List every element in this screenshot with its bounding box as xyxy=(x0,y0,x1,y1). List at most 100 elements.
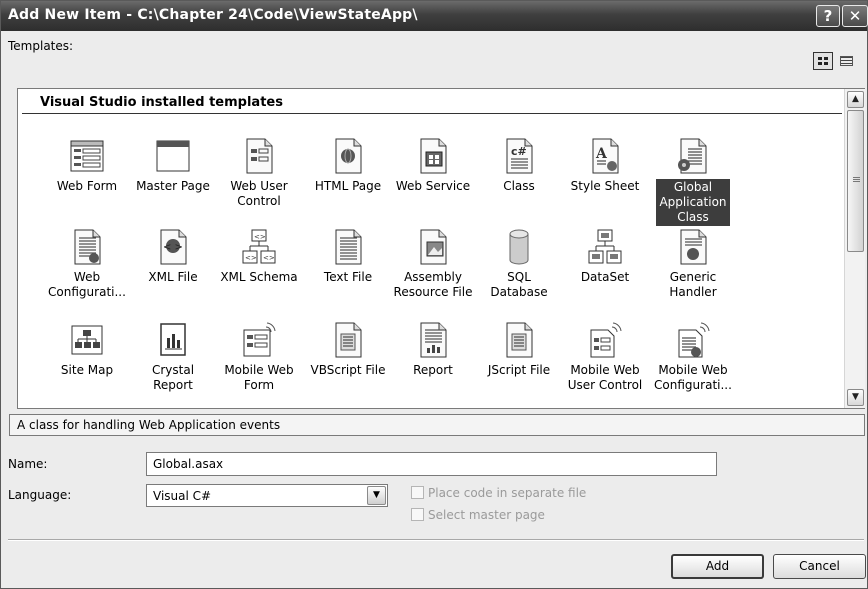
mobile-web-configuration-icon xyxy=(676,322,710,358)
template-web-configuration[interactable]: Web Configurati... xyxy=(44,229,130,325)
template-generic-handler[interactable]: Generic Handler xyxy=(650,229,736,325)
svg-text:c#: c# xyxy=(511,145,527,158)
template-label: Mobile Web Configurati... xyxy=(652,363,734,393)
template-label: Site Map xyxy=(59,363,115,378)
template-label-line: Form xyxy=(243,378,275,392)
large-icons-view-button[interactable] xyxy=(813,52,833,70)
vertical-scrollbar[interactable]: ▲ ▼ xyxy=(844,89,865,408)
site-map-icon xyxy=(70,322,104,358)
master-page-icon xyxy=(156,138,190,174)
svg-text:A: A xyxy=(595,146,608,162)
template-mobile-web-form[interactable]: Mobile Web Form xyxy=(216,322,302,418)
web-form-icon xyxy=(70,138,104,174)
template-label: Web Form xyxy=(55,179,119,194)
svg-text:<>: <> xyxy=(254,233,266,241)
small-icons-icon xyxy=(840,56,853,66)
templates-label: Templates: xyxy=(8,39,74,53)
scroll-grip-icon xyxy=(853,177,860,183)
template-label-line: Site Map xyxy=(60,363,114,377)
template-label-line: Master Page xyxy=(136,179,210,193)
template-label-line: Class xyxy=(503,179,535,193)
template-label-line: Web Form xyxy=(56,179,118,193)
scroll-thumb[interactable] xyxy=(847,110,864,252)
templates-list[interactable]: Visual Studio installed templates Web Fo… xyxy=(17,88,865,409)
template-label: Mobile Web Form xyxy=(222,363,295,393)
window-title: Add New Item - C:\Chapter 24\Code\ViewSt… xyxy=(8,7,418,23)
chevron-down-icon[interactable]: ▼ xyxy=(367,486,386,505)
template-label-line: DataSet xyxy=(580,270,630,284)
template-label-line: HTML Page xyxy=(314,179,382,193)
xml-file-icon: < > xyxy=(156,229,190,265)
template-mobile-web-user-control[interactable]: Mobile Web User Control xyxy=(562,322,648,418)
template-label-line: Configurati... xyxy=(654,378,732,392)
cancel-button[interactable]: Cancel xyxy=(773,554,866,579)
template-site-map[interactable]: Site Map xyxy=(44,322,130,418)
template-web-user-control[interactable]: Web User Control xyxy=(216,138,302,234)
template-label-line: User Control xyxy=(567,378,643,392)
template-sql-database[interactable]: SQL Database xyxy=(476,229,562,325)
template-xml-file[interactable]: < > XML File xyxy=(130,229,216,325)
sql-database-icon xyxy=(502,229,536,265)
template-label: Generic Handler xyxy=(667,270,718,300)
separator xyxy=(8,539,864,541)
template-style-sheet[interactable]: A Style Sheet xyxy=(562,138,648,234)
template-mobile-web-configuration[interactable]: Mobile Web Configurati... xyxy=(650,322,736,418)
jscript-file-icon xyxy=(502,322,536,358)
template-label-line: Mobile Web xyxy=(658,363,728,377)
name-field[interactable] xyxy=(146,452,717,476)
template-label-line: Crystal Report xyxy=(151,363,195,392)
add-button[interactable]: Add xyxy=(671,554,764,579)
template-label: Master Page xyxy=(134,179,212,194)
select-master-page-checkbox[interactable]: Select master page xyxy=(411,508,545,522)
template-web-service[interactable]: Web Service xyxy=(390,138,476,234)
text-file-icon xyxy=(331,229,365,265)
template-report[interactable]: Report xyxy=(390,322,476,418)
template-crystal-report[interactable]: Crystal Report xyxy=(130,322,216,418)
scroll-down-button[interactable]: ▼ xyxy=(847,389,864,406)
template-label-line: Web Service xyxy=(395,179,471,193)
name-label: Name: xyxy=(8,457,48,471)
template-label: Class xyxy=(501,179,537,194)
template-label: Report xyxy=(411,363,455,378)
close-icon: ✕ xyxy=(848,7,862,25)
place-code-separate-checkbox[interactable]: Place code in separate file xyxy=(411,486,586,500)
template-label-line: Mobile Web xyxy=(224,363,294,377)
close-button[interactable]: ✕ xyxy=(842,5,868,27)
scroll-up-button[interactable]: ▲ xyxy=(847,91,864,108)
template-dataset[interactable]: DataSet xyxy=(562,229,648,325)
template-label: Style Sheet xyxy=(569,179,642,194)
add-new-item-dialog: Add New Item - C:\Chapter 24\Code\ViewSt… xyxy=(0,0,868,589)
language-select[interactable]: Visual C# ▼ xyxy=(146,484,388,507)
template-vbscript-file[interactable]: VBScript File xyxy=(305,322,391,418)
group-header: Visual Studio installed templates xyxy=(40,95,283,110)
template-assembly-resource-file[interactable]: Assembly Resource File xyxy=(390,229,476,325)
style-sheet-icon: A xyxy=(588,138,622,174)
small-icons-view-button[interactable] xyxy=(837,52,857,70)
help-button[interactable]: ? xyxy=(816,5,840,27)
template-class[interactable]: c# Class xyxy=(476,138,562,234)
class-icon: c# xyxy=(502,138,536,174)
template-html-page[interactable]: HTML Page xyxy=(305,138,391,234)
vbscript-file-icon xyxy=(331,322,365,358)
template-text-file[interactable]: Text File xyxy=(305,229,391,325)
dataset-icon xyxy=(588,229,622,265)
checkbox-box[interactable] xyxy=(411,508,424,521)
large-icons-icon xyxy=(818,57,829,66)
template-label: Crystal Report xyxy=(130,363,216,393)
template-global-application-class[interactable]: Global Application Class xyxy=(650,138,736,234)
template-master-page[interactable]: Master Page xyxy=(130,138,216,234)
template-label: Global Application Class xyxy=(656,179,730,226)
crystal-report-icon xyxy=(156,322,190,358)
template-label-line: SQL Database xyxy=(490,270,548,299)
svg-text:<>: <> xyxy=(263,254,275,262)
title-bar[interactable]: Add New Item - C:\Chapter 24\Code\ViewSt… xyxy=(1,1,868,31)
template-web-form[interactable]: Web Form xyxy=(44,138,130,234)
checkbox-box[interactable] xyxy=(411,486,424,499)
global-application-class-icon xyxy=(676,138,710,174)
template-label-line: Control xyxy=(237,194,281,208)
template-label: SQL Database xyxy=(476,270,562,300)
template-jscript-file[interactable]: JScript File xyxy=(476,322,562,418)
group-divider xyxy=(22,113,842,114)
template-xml-schema[interactable]: <> <> <> XML Schema xyxy=(216,229,302,325)
template-label-line: Configurati... xyxy=(48,285,126,299)
